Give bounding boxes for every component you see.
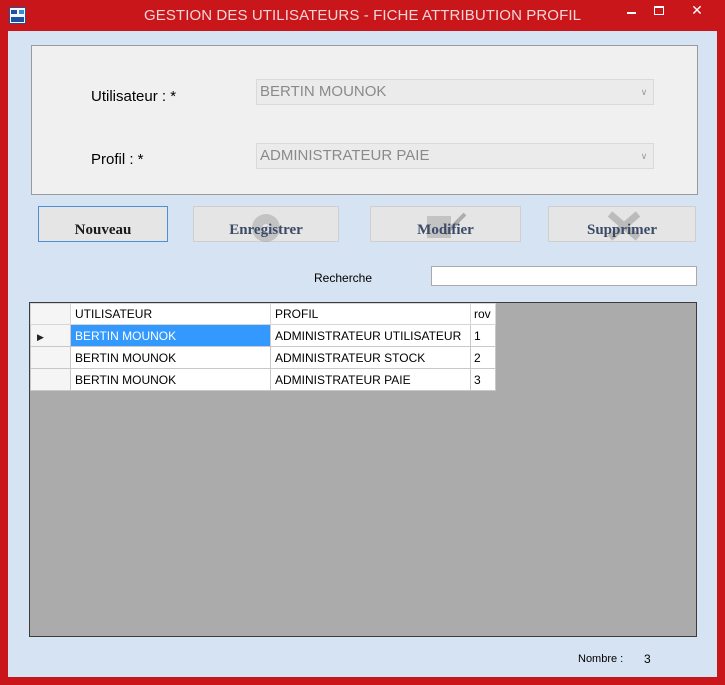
cell-profile[interactable]: ADMINISTRATEUR UTILISATEUR — [270, 324, 471, 347]
user-combobox-value: BERTIN MOUNOK — [260, 83, 387, 100]
grid-table: UTILISATEUR PROFIL rov ▶ BERTIN MOUNOK A… — [30, 303, 496, 391]
table-row[interactable]: ▶ BERTIN MOUNOK ADMINISTRATEUR UTILISATE… — [30, 324, 496, 347]
close-button[interactable]: ✕ — [675, 0, 719, 21]
minimize-button[interactable] — [617, 0, 645, 21]
row-header[interactable]: ▶ — [30, 324, 71, 347]
count-label: Nombre : — [578, 653, 624, 665]
column-header-profile[interactable]: PROFIL — [270, 303, 471, 325]
count-value: 3 — [644, 652, 651, 666]
user-combobox[interactable]: BERTIN MOUNOK ∨ — [256, 79, 654, 105]
client-area: Utilisateur : * BERTIN MOUNOK ∨ Profil :… — [8, 31, 717, 677]
edit-button-label: Modifier — [417, 222, 474, 238]
row-selector-icon: ▶ — [37, 331, 44, 342]
column-header-user[interactable]: UTILISATEUR — [70, 303, 271, 325]
row-header-corner[interactable] — [30, 303, 71, 325]
minimize-icon — [627, 12, 636, 14]
cell-user[interactable]: BERTIN MOUNOK — [70, 368, 271, 391]
grid-header-row: UTILISATEUR PROFIL rov — [30, 303, 496, 325]
save-button-label: Enregistrer — [229, 222, 303, 238]
new-button-label: Nouveau — [74, 222, 132, 238]
cell-user[interactable]: BERTIN MOUNOK — [70, 324, 271, 347]
maximize-icon — [654, 6, 664, 15]
app-window: GESTION DES UTILISATEURS - FICHE ATTRIBU… — [0, 0, 725, 685]
row-header[interactable] — [30, 346, 71, 369]
data-grid[interactable]: UTILISATEUR PROFIL rov ▶ BERTIN MOUNOK A… — [29, 302, 697, 637]
cell-user[interactable]: BERTIN MOUNOK — [70, 346, 271, 369]
user-label: Utilisateur : * — [91, 88, 177, 105]
save-button[interactable]: Enregistrer — [193, 206, 339, 242]
column-header-row[interactable]: rov — [470, 303, 496, 325]
cell-profile[interactable]: ADMINISTRATEUR PAIE — [270, 368, 471, 391]
form-group: Utilisateur : * BERTIN MOUNOK ∨ Profil :… — [31, 45, 698, 195]
row-header[interactable] — [30, 368, 71, 391]
profile-combobox-value: ADMINISTRATEUR PAIE — [260, 147, 430, 164]
new-button[interactable]: Nouveau — [38, 206, 168, 242]
table-row[interactable]: BERTIN MOUNOK ADMINISTRATEUR STOCK 2 — [30, 346, 496, 369]
title-bar[interactable]: GESTION DES UTILISATEURS - FICHE ATTRIBU… — [0, 0, 725, 31]
table-row[interactable]: BERTIN MOUNOK ADMINISTRATEUR PAIE 3 — [30, 368, 496, 391]
search-label: Recherche — [314, 271, 373, 285]
cell-profile[interactable]: ADMINISTRATEUR STOCK — [270, 346, 471, 369]
edit-button[interactable]: Modifier — [370, 206, 521, 242]
maximize-button[interactable] — [645, 0, 673, 21]
close-icon: ✕ — [691, 2, 703, 18]
search-input[interactable] — [431, 266, 697, 286]
chevron-down-icon[interactable]: ∨ — [635, 80, 653, 104]
delete-button-label: Supprimer — [586, 222, 657, 238]
cell-row[interactable]: 3 — [470, 368, 496, 391]
profile-label: Profil : * — [91, 151, 144, 168]
cell-row[interactable]: 1 — [470, 324, 496, 347]
profile-combobox[interactable]: ADMINISTRATEUR PAIE ∨ — [256, 143, 654, 169]
cell-row[interactable]: 2 — [470, 346, 496, 369]
delete-button[interactable]: Supprimer — [548, 206, 696, 242]
chevron-down-icon[interactable]: ∨ — [635, 144, 653, 168]
